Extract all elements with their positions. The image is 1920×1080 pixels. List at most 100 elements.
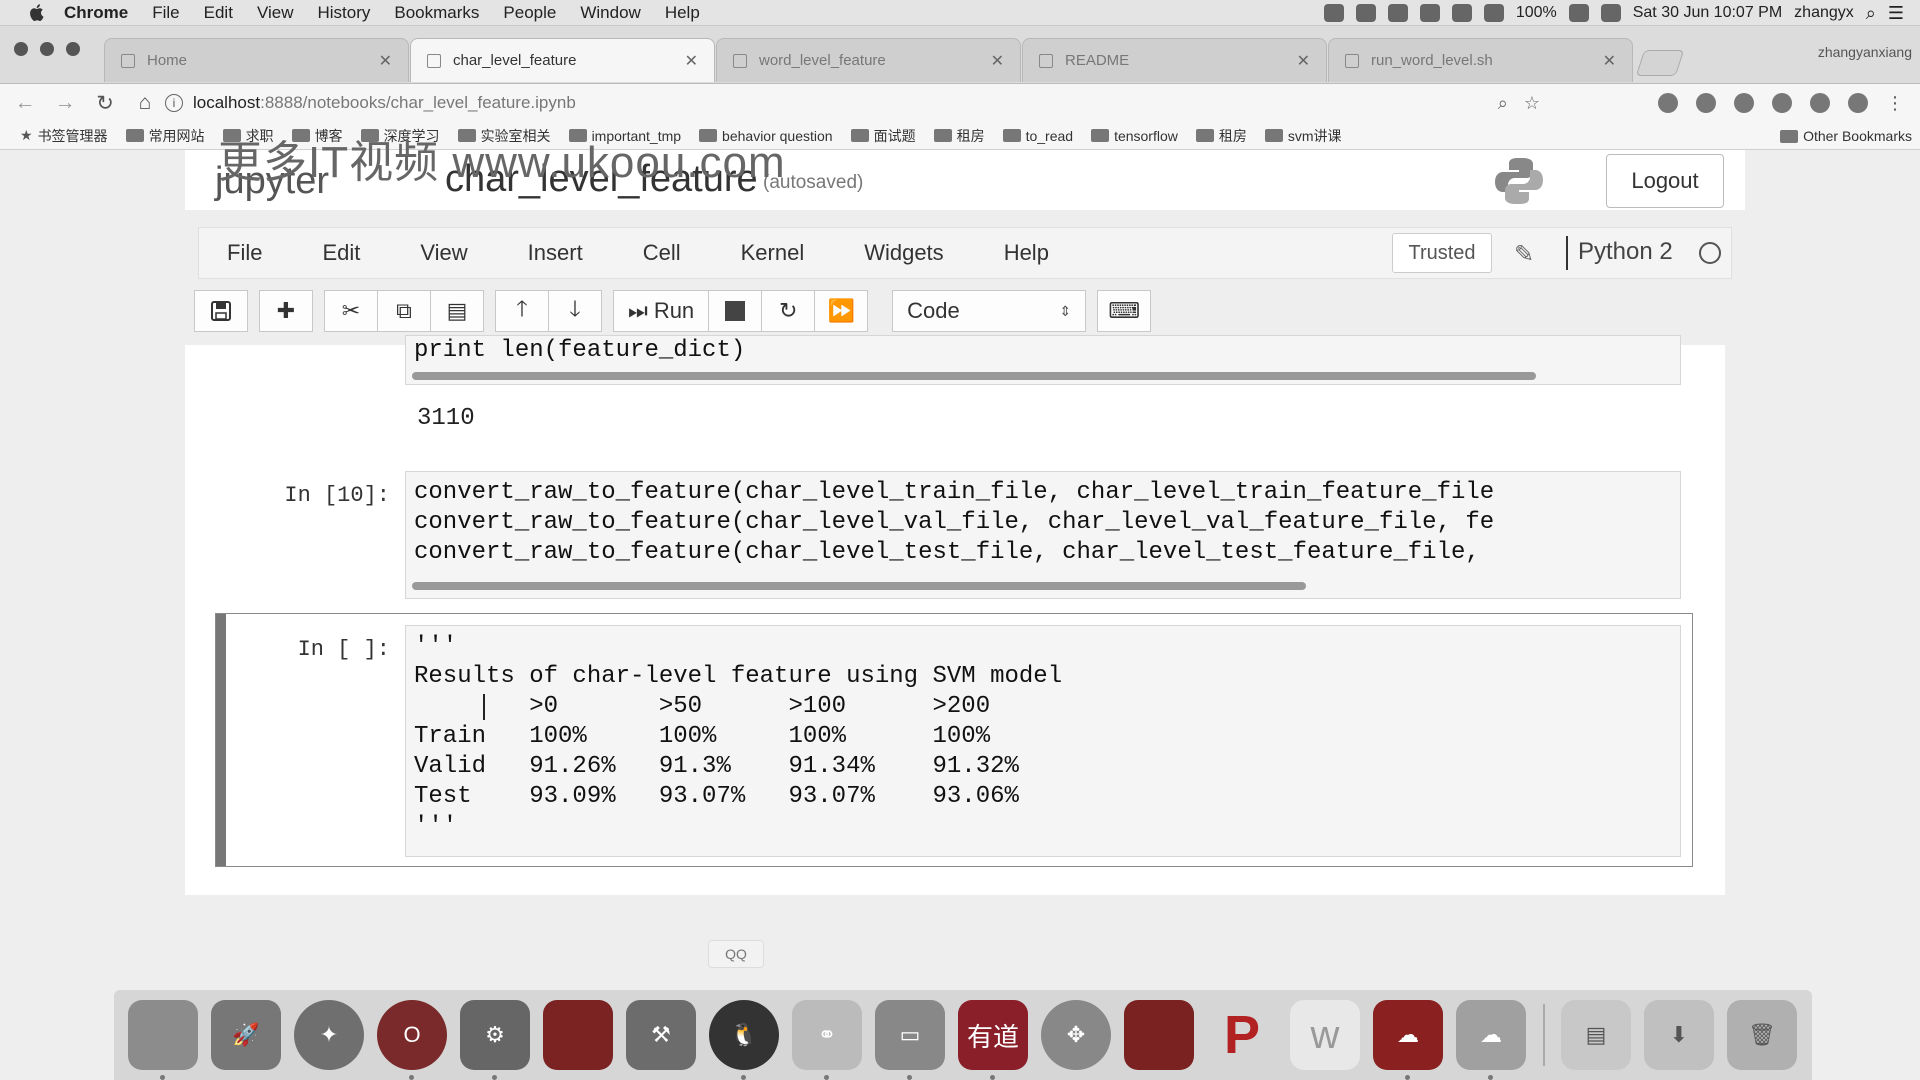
- preview-icon[interactable]: ▭: [875, 1000, 945, 1080]
- app-menu-chrome[interactable]: Chrome: [64, 3, 128, 23]
- xcode-icon[interactable]: ⚒: [626, 1000, 696, 1070]
- tab-char-level-feature[interactable]: char_level_feature ✕: [410, 38, 715, 82]
- minimize-window-icon[interactable]: [40, 42, 54, 56]
- close-tab-icon[interactable]: ✕: [379, 51, 392, 71]
- zoom-window-icon[interactable]: [66, 42, 80, 56]
- bookmark-folder[interactable]: 常用网站: [125, 126, 205, 146]
- status-app-icon[interactable]: [1387, 4, 1408, 22]
- status-app-icon[interactable]: [1355, 4, 1376, 22]
- p-app-icon[interactable]: P: [1207, 1000, 1277, 1070]
- insert-cell-icon[interactable]: ✚: [259, 290, 313, 332]
- remote-app-icon[interactable]: ☁: [1373, 1000, 1443, 1080]
- menu-view[interactable]: View: [257, 3, 294, 23]
- new-tab-button[interactable]: [1635, 50, 1685, 76]
- restart-run-all-icon[interactable]: ⏩: [814, 290, 869, 332]
- paste-icon[interactable]: ▤: [430, 290, 484, 332]
- bookmark-star-icon[interactable]: ☆: [1524, 93, 1540, 114]
- menu-bookmarks[interactable]: Bookmarks: [394, 3, 479, 23]
- extension-icon[interactable]: [1658, 93, 1678, 113]
- safari-icon[interactable]: ✦: [294, 1000, 364, 1070]
- jmenu-view[interactable]: View: [420, 240, 467, 266]
- opera-icon[interactable]: O: [377, 1000, 447, 1080]
- app-icon[interactable]: [1124, 1000, 1194, 1070]
- bookmark-folder[interactable]: tensorflow: [1091, 128, 1178, 144]
- tab-word-level-feature[interactable]: word_level_feature ✕: [716, 38, 1021, 82]
- menu-edit[interactable]: Edit: [204, 3, 233, 23]
- info-icon[interactable]: i: [165, 94, 183, 112]
- downloads-stack-icon[interactable]: ⬇: [1644, 1000, 1714, 1070]
- jmenu-kernel[interactable]: Kernel: [741, 240, 805, 266]
- user-name[interactable]: zhangyx: [1794, 4, 1854, 22]
- move-down-icon[interactable]: 🡓: [548, 290, 602, 332]
- cloud-app-icon[interactable]: ☁: [1456, 1000, 1526, 1080]
- bookmark-folder[interactable]: to_read: [1002, 128, 1073, 144]
- close-window-icon[interactable]: [14, 42, 28, 56]
- close-tab-icon[interactable]: ✕: [685, 51, 698, 71]
- youdao-icon[interactable]: 有道: [958, 1000, 1028, 1080]
- url-input[interactable]: i localhost :8888/notebooks/char_level_f…: [165, 87, 1645, 119]
- cell-type-select[interactable]: Code ⇕: [892, 290, 1087, 332]
- command-palette-keyboard-icon[interactable]: ⌨: [1097, 290, 1152, 332]
- extension-icon[interactable]: [1734, 93, 1754, 113]
- horizontal-scrollbar[interactable]: [412, 582, 1306, 590]
- bookmark-folder[interactable]: 面试题: [850, 126, 916, 146]
- close-tab-icon[interactable]: ✕: [1603, 51, 1616, 71]
- notification-center-icon[interactable]: ☰: [1888, 3, 1904, 24]
- trusted-badge[interactable]: Trusted: [1392, 233, 1492, 273]
- extension-icon[interactable]: [1696, 93, 1716, 113]
- status-app-icon[interactable]: [1419, 4, 1440, 22]
- pencil-icon[interactable]: ✎: [1514, 240, 1534, 269]
- extension-icon[interactable]: [1772, 93, 1792, 113]
- jmenu-edit[interactable]: Edit: [322, 240, 360, 266]
- w-app-icon[interactable]: w: [1290, 1000, 1360, 1070]
- status-app-icon[interactable]: [1323, 4, 1344, 22]
- home-icon[interactable]: ⌂: [130, 88, 160, 118]
- cut-icon[interactable]: ✂: [324, 290, 378, 332]
- tab-home[interactable]: Home ✕: [104, 38, 409, 82]
- sync-icon[interactable]: ⚭: [792, 1000, 862, 1080]
- menu-people[interactable]: People: [503, 3, 556, 23]
- trash-icon[interactable]: 🗑: [1727, 1000, 1797, 1070]
- copy-icon[interactable]: ⧉: [377, 290, 431, 332]
- code-cell-input[interactable]: convert_raw_to_feature(char_level_train_…: [405, 471, 1681, 599]
- jmenu-cell[interactable]: Cell: [643, 240, 681, 266]
- jmenu-widgets[interactable]: Widgets: [864, 240, 943, 266]
- back-icon[interactable]: ←: [10, 88, 40, 118]
- restart-kernel-icon[interactable]: ↻: [761, 290, 816, 332]
- bookmark-folder[interactable]: 租房: [1195, 126, 1247, 146]
- terminal-icon[interactable]: [543, 1000, 613, 1070]
- menu-history[interactable]: History: [317, 3, 370, 23]
- jmenu-insert[interactable]: Insert: [528, 240, 583, 266]
- interrupt-kernel-button[interactable]: [708, 290, 763, 332]
- forward-icon[interactable]: →: [50, 88, 80, 118]
- jmenu-file[interactable]: File: [227, 240, 262, 266]
- reload-icon[interactable]: ↻: [90, 88, 120, 118]
- launchpad-icon[interactable]: 🚀: [211, 1000, 281, 1070]
- menu-help[interactable]: Help: [665, 3, 700, 23]
- apple-icon[interactable]: [24, 3, 50, 23]
- qq-icon[interactable]: 🐧: [709, 1000, 779, 1080]
- bookmark-folder[interactable]: 租房: [933, 126, 985, 146]
- battery-icon[interactable]: [1568, 4, 1589, 22]
- menu-window[interactable]: Window: [580, 3, 640, 23]
- profile-name[interactable]: zhangyanxiang: [1818, 44, 1912, 60]
- bookmark-folder[interactable]: svm讲课: [1264, 126, 1342, 146]
- clock[interactable]: Sat 30 Jun 10:07 PM: [1633, 4, 1782, 22]
- code-cell-input[interactable]: print len(feature_dict): [405, 335, 1681, 385]
- save-icon[interactable]: [194, 290, 248, 332]
- spotlight-icon[interactable]: ⌕: [1866, 3, 1876, 24]
- input-source-icon[interactable]: [1600, 4, 1621, 22]
- extension-icon[interactable]: [1848, 93, 1868, 113]
- tab-readme[interactable]: README ✕: [1022, 38, 1327, 82]
- bookmark-manager[interactable]: ★ 书签管理器: [20, 126, 108, 146]
- move-up-icon[interactable]: 🡑: [495, 290, 549, 332]
- zoom-icon[interactable]: ⌕: [1498, 93, 1508, 114]
- system-preferences-icon[interactable]: ⚙: [460, 1000, 530, 1080]
- extension-icon[interactable]: [1810, 93, 1830, 113]
- chrome-menu-icon[interactable]: ⋮: [1886, 93, 1906, 113]
- close-tab-icon[interactable]: ✕: [991, 51, 1004, 71]
- logout-button[interactable]: Logout: [1606, 154, 1724, 208]
- horizontal-scrollbar[interactable]: [412, 372, 1536, 380]
- menu-file[interactable]: File: [152, 3, 179, 23]
- run-button[interactable]: ⏭ Run: [613, 290, 710, 332]
